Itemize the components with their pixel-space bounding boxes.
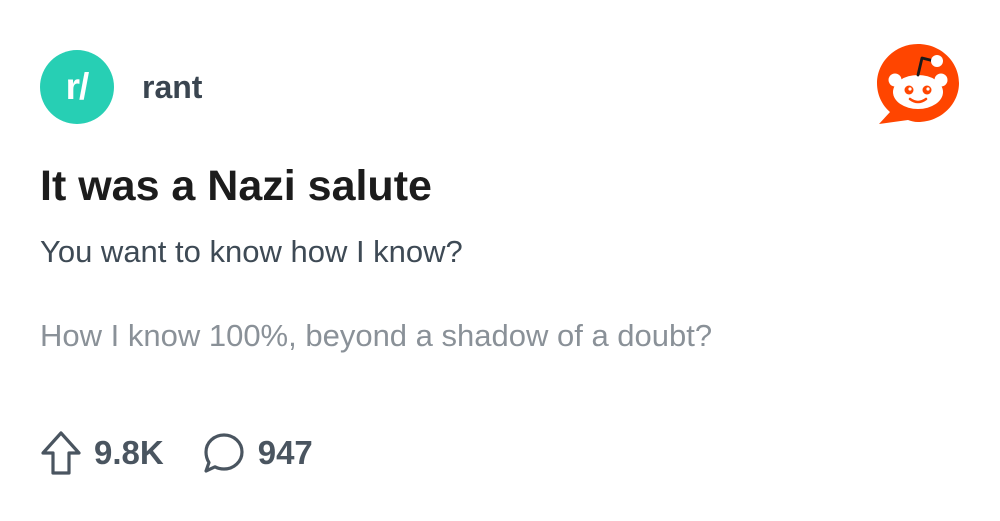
upvote-arrow-icon[interactable] bbox=[40, 430, 82, 476]
upvote-count: 9.8K bbox=[94, 434, 164, 471]
post-body-line: You want to know how I know? bbox=[40, 234, 463, 269]
subreddit-name[interactable]: rant bbox=[142, 69, 202, 106]
comment-bubble-icon[interactable] bbox=[202, 431, 246, 475]
comments-button[interactable]: 947 bbox=[202, 431, 313, 475]
comment-count: 947 bbox=[257, 434, 313, 471]
subreddit-icon[interactable]: r/ bbox=[40, 50, 114, 124]
post-title[interactable]: It was a Nazi salute bbox=[40, 162, 432, 211]
post-header: r/ rant bbox=[40, 50, 202, 124]
reddit-logo-icon bbox=[877, 44, 959, 124]
post-body-line-faded: How I know 100%, beyond a shadow of a do… bbox=[40, 318, 713, 353]
upvote-button[interactable]: 9.8K bbox=[40, 430, 164, 476]
post-footer: 9.8K 947 bbox=[40, 430, 313, 476]
